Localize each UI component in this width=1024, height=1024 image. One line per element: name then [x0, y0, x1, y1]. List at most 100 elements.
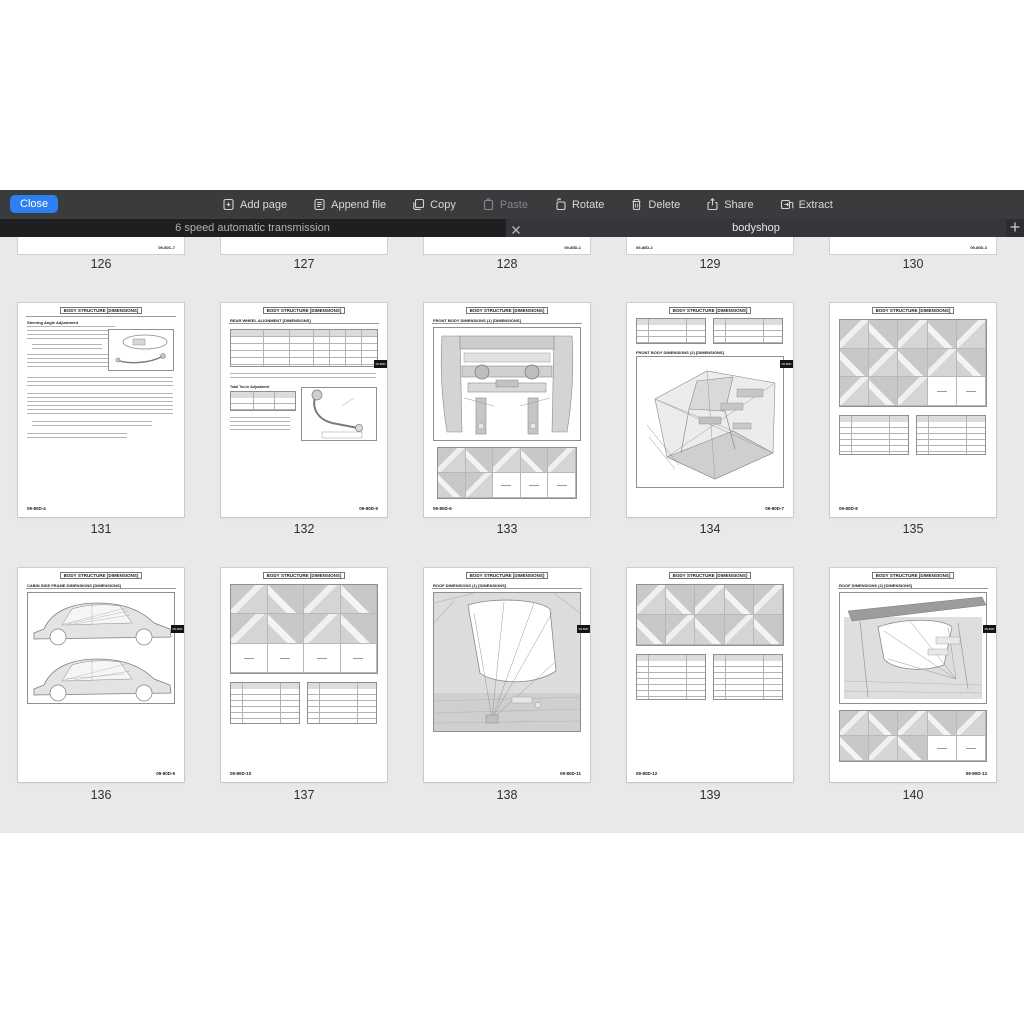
- copy-button[interactable]: Copy: [412, 190, 456, 219]
- close-button[interactable]: Close: [10, 195, 58, 213]
- page-footer-code: 09-80D-9: [156, 771, 175, 776]
- tool-label: Rotate: [572, 199, 604, 211]
- append-file-button[interactable]: Append file: [313, 190, 386, 219]
- delete-button[interactable]: Delete: [630, 190, 680, 219]
- page-thumbnail-139[interactable]: BODY STRUCTURE [DIMENSIONS] 09-80D-12: [627, 568, 793, 782]
- close-tab-button[interactable]: [511, 223, 521, 233]
- page-section-title: FRONT BODY DIMENSIONS (1) [DIMENSIONS]: [433, 318, 521, 323]
- fastener-table-right: [713, 654, 783, 700]
- perspective-drawing: [636, 356, 784, 488]
- page-header: BODY STRUCTURE [DIMENSIONS]: [221, 573, 387, 578]
- tool-label: Add page: [240, 199, 287, 211]
- plus-icon: [1009, 221, 1021, 233]
- tool-label: Append file: [331, 199, 386, 211]
- new-tab-button[interactable]: [1006, 219, 1024, 237]
- page-section-title: ROOF DIMENSIONS (2) [DIMENSIONS]: [839, 583, 912, 588]
- page-thumbnail-134[interactable]: BODY STRUCTURE [DIMENSIONS] FRONT BODY D…: [627, 303, 793, 517]
- page-footer-code: 09-80D-1: [564, 245, 581, 250]
- tab-bodyshop[interactable]: bodyshop: [506, 219, 1006, 237]
- page-section-title: ROOF DIMENSIONS (1) [DIMENSIONS]: [433, 583, 506, 588]
- page-number-label: 134: [627, 522, 793, 536]
- section-tab: 09-80D: [171, 625, 184, 633]
- dimension-table-right: [713, 318, 783, 344]
- section-tab: 09-80D: [577, 625, 590, 633]
- page-header: BODY STRUCTURE [DIMENSIONS]: [18, 573, 184, 578]
- page-thumbnail-136[interactable]: BODY STRUCTURE [DIMENSIONS] CABIN SIDE F…: [18, 568, 184, 782]
- tool-label: Extract: [799, 199, 833, 211]
- add-page-icon: [222, 198, 235, 211]
- fastener-table-left: [230, 682, 300, 724]
- close-icon: [511, 225, 521, 235]
- paste-button[interactable]: Paste: [482, 190, 528, 219]
- page-thumbnail-138[interactable]: BODY STRUCTURE [DIMENSIONS] ROOF DIMENSI…: [424, 568, 590, 782]
- page-thumbnail-132[interactable]: BODY STRUCTURE [DIMENSIONS] REAR WHEEL A…: [221, 303, 387, 517]
- front-body-drawing: [433, 327, 581, 441]
- side-frame-drawing: [27, 592, 175, 704]
- tool-label: Delete: [648, 199, 680, 211]
- page-thumbnail-135[interactable]: BODY STRUCTURE [DIMENSIONS] 09-80D-8: [830, 303, 996, 517]
- paste-icon: [482, 198, 495, 211]
- page-thumbnail-140[interactable]: BODY STRUCTURE [DIMENSIONS] ROOF DIMENSI…: [830, 568, 996, 782]
- page-thumbnail-133[interactable]: BODY STRUCTURE [DIMENSIONS] FRONT BODY D…: [424, 303, 590, 517]
- page-footer-code: 09-80C-7: [158, 245, 175, 250]
- page-footer-code: 09-80D-13: [966, 771, 987, 776]
- append-file-icon: [313, 198, 326, 211]
- page-footer-code: 09-80D-11: [560, 771, 581, 776]
- page-section-title: Steering Angle Adjustment: [27, 320, 78, 325]
- page-thumbnail-127[interactable]: [221, 237, 387, 254]
- section-tab: 09-80D: [983, 625, 996, 633]
- detail-grid: [839, 710, 987, 762]
- toe-in-table: [230, 391, 296, 411]
- page-number-label: 138: [424, 788, 590, 802]
- fastener-table-right: [307, 682, 377, 724]
- quarter-drawing: [839, 592, 987, 704]
- tool-label: Share: [724, 199, 753, 211]
- alignment-table: [230, 329, 378, 367]
- fastener-table-right: [916, 415, 986, 455]
- detail-grid: [839, 319, 987, 407]
- page-footer-code: 09-80D-6: [433, 506, 452, 511]
- add-page-button[interactable]: Add page: [222, 190, 287, 219]
- section-tab: 09-80D: [780, 360, 793, 368]
- copy-icon: [412, 198, 425, 211]
- extract-button[interactable]: Extract: [780, 190, 833, 219]
- page-number-label: 136: [18, 788, 184, 802]
- section-tab: 09-80D: [374, 360, 387, 368]
- page-thumbnail-128[interactable]: 09-80D-1: [424, 237, 590, 254]
- page-footer-code: 09-80D-2: [636, 245, 653, 250]
- share-icon: [706, 198, 719, 211]
- page-thumbnail-129[interactable]: 09-80D-2: [627, 237, 793, 254]
- page-header: BODY STRUCTURE [DIMENSIONS]: [830, 573, 996, 578]
- fastener-table-left: [636, 654, 706, 700]
- toolbar-tools: Add page Append file Copy Paste Rotate D…: [222, 190, 833, 219]
- tool-label: Paste: [500, 199, 528, 211]
- page-footer-code: 09-80D-4: [27, 506, 46, 511]
- page-number-label: 126: [18, 257, 184, 271]
- page-header: BODY STRUCTURE [DIMENSIONS]: [221, 308, 387, 313]
- dimension-table-left: [636, 318, 706, 344]
- page-thumbnail-130[interactable]: 09-80D-3: [830, 237, 996, 254]
- page-number-label: 139: [627, 788, 793, 802]
- page-thumbnail-131[interactable]: BODY STRUCTURE [DIMENSIONS] Steering Ang…: [18, 303, 184, 517]
- page-thumbnail-126[interactable]: 09-80C-7: [18, 237, 184, 254]
- page-section-title: REAR WHEEL ALIGNMENT [DIMENSIONS]: [230, 318, 311, 323]
- page-number-label: 132: [221, 522, 387, 536]
- detail-grid: [230, 584, 378, 674]
- detail-grid: [437, 447, 577, 499]
- thumbnail-grid: 09-80C-7 09-80D-1 09-80D-2 09-80D-3 126 …: [0, 237, 1024, 833]
- rotate-button[interactable]: Rotate: [554, 190, 604, 219]
- page-header: BODY STRUCTURE [DIMENSIONS]: [627, 573, 793, 578]
- page-footer-code: 09-80D-12: [636, 771, 657, 776]
- page-footer-code: 09-80D-5: [359, 506, 378, 511]
- pdf-page-editor-window: Close Add page Append file Copy Paste Ro…: [0, 190, 1024, 833]
- lateral-link-diagram: [301, 387, 377, 441]
- page-section-title: CABIN SIDE FRAME DIMENSIONS [DIMENSIONS]: [27, 583, 121, 588]
- share-button[interactable]: Share: [706, 190, 753, 219]
- tab-6-speed-automatic-transmission[interactable]: 6 speed automatic transmission: [0, 219, 505, 237]
- delete-icon: [630, 198, 643, 211]
- extract-icon: [780, 198, 794, 211]
- page-header: BODY STRUCTURE [DIMENSIONS]: [18, 308, 184, 313]
- page-thumbnail-137[interactable]: BODY STRUCTURE [DIMENSIONS] 09-80D-10: [221, 568, 387, 782]
- page-header: BODY STRUCTURE [DIMENSIONS]: [424, 573, 590, 578]
- tab-bar: 6 speed automatic transmission bodyshop: [0, 219, 1024, 237]
